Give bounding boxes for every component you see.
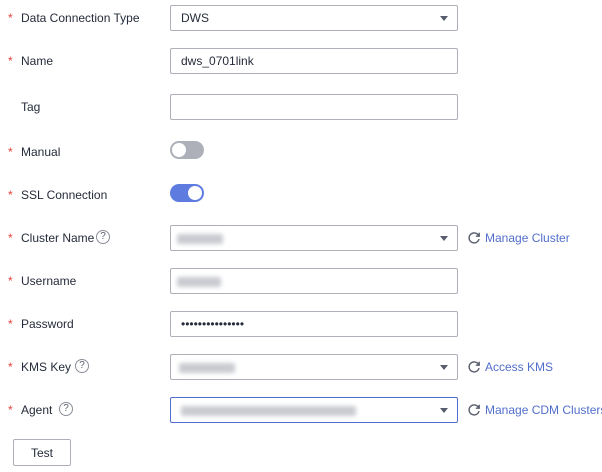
required-marker: * [8,145,13,159]
row-username: * Username [0,268,602,294]
required-marker: * [8,231,13,245]
manage-cluster-link[interactable]: Manage Cluster [467,230,570,245]
row-agent: * Agent ? Manage CDM Clusters [0,397,602,423]
data-connection-type-select[interactable]: DWS [170,5,458,31]
password-label: Password [21,317,74,331]
required-marker: * [8,317,13,331]
test-button[interactable]: Test [13,439,71,466]
data-connection-type-label: Data Connection Type [21,11,140,25]
password-value: ••••••••••••••• [181,317,245,331]
manual-label: Manual [21,145,61,159]
row-data-connection-type: * Data Connection Type DWS [0,5,602,31]
row-cluster-name: * Cluster Name ? Manage Cluster [0,225,602,251]
redacted-value [179,363,235,373]
name-input[interactable] [170,48,458,74]
help-icon[interactable]: ? [75,359,89,373]
manage-cdm-clusters-label: Manage CDM Clusters [485,402,602,417]
help-icon[interactable]: ? [59,402,73,416]
refresh-icon [468,404,480,416]
toggle-knob [188,186,202,200]
kms-key-select[interactable] [170,354,458,380]
cluster-name-label: Cluster Name [21,231,95,245]
chevron-down-icon [440,408,448,413]
access-kms-link[interactable]: Access KMS [467,359,553,374]
manage-cluster-label: Manage Cluster [485,230,570,245]
redacted-value [177,277,221,287]
row-ssl-connection: * SSL Connection [0,182,602,208]
refresh-icon [468,361,480,373]
name-label: Name [21,54,54,68]
data-connection-type-value: DWS [181,11,209,25]
required-marker: * [8,54,13,68]
row-kms-key: * KMS Key ? Access KMS [0,354,602,380]
ssl-connection-label: SSL Connection [21,188,108,202]
row-name: * Name [0,48,602,74]
required-marker: * [8,11,13,25]
row-password: * Password ••••••••••••••• [0,311,602,337]
manual-toggle[interactable] [170,141,204,159]
row-tag: Tag [0,94,602,120]
username-label: Username [21,274,77,288]
required-marker: * [8,360,13,374]
password-input[interactable]: ••••••••••••••• [170,311,458,337]
access-kms-label: Access KMS [485,359,554,374]
required-marker: * [8,403,13,417]
chevron-down-icon [440,16,448,21]
redacted-value [181,406,356,416]
required-marker: * [8,188,13,202]
tag-label: Tag [21,100,41,114]
username-input[interactable] [170,268,458,294]
redacted-value [177,234,223,244]
chevron-down-icon [440,236,448,241]
agent-label: Agent [21,403,53,417]
chevron-down-icon [440,365,448,370]
help-icon[interactable]: ? [96,230,110,244]
manage-cdm-clusters-link[interactable]: Manage CDM Clusters [467,402,602,417]
required-marker: * [8,274,13,288]
agent-select[interactable] [170,397,458,423]
ssl-connection-toggle[interactable] [170,184,204,202]
row-manual: * Manual [0,139,602,165]
cluster-name-select[interactable] [170,225,458,251]
kms-key-label: KMS Key [21,360,72,374]
refresh-icon [468,232,480,244]
toggle-knob [172,143,186,157]
tag-input[interactable] [170,94,458,120]
